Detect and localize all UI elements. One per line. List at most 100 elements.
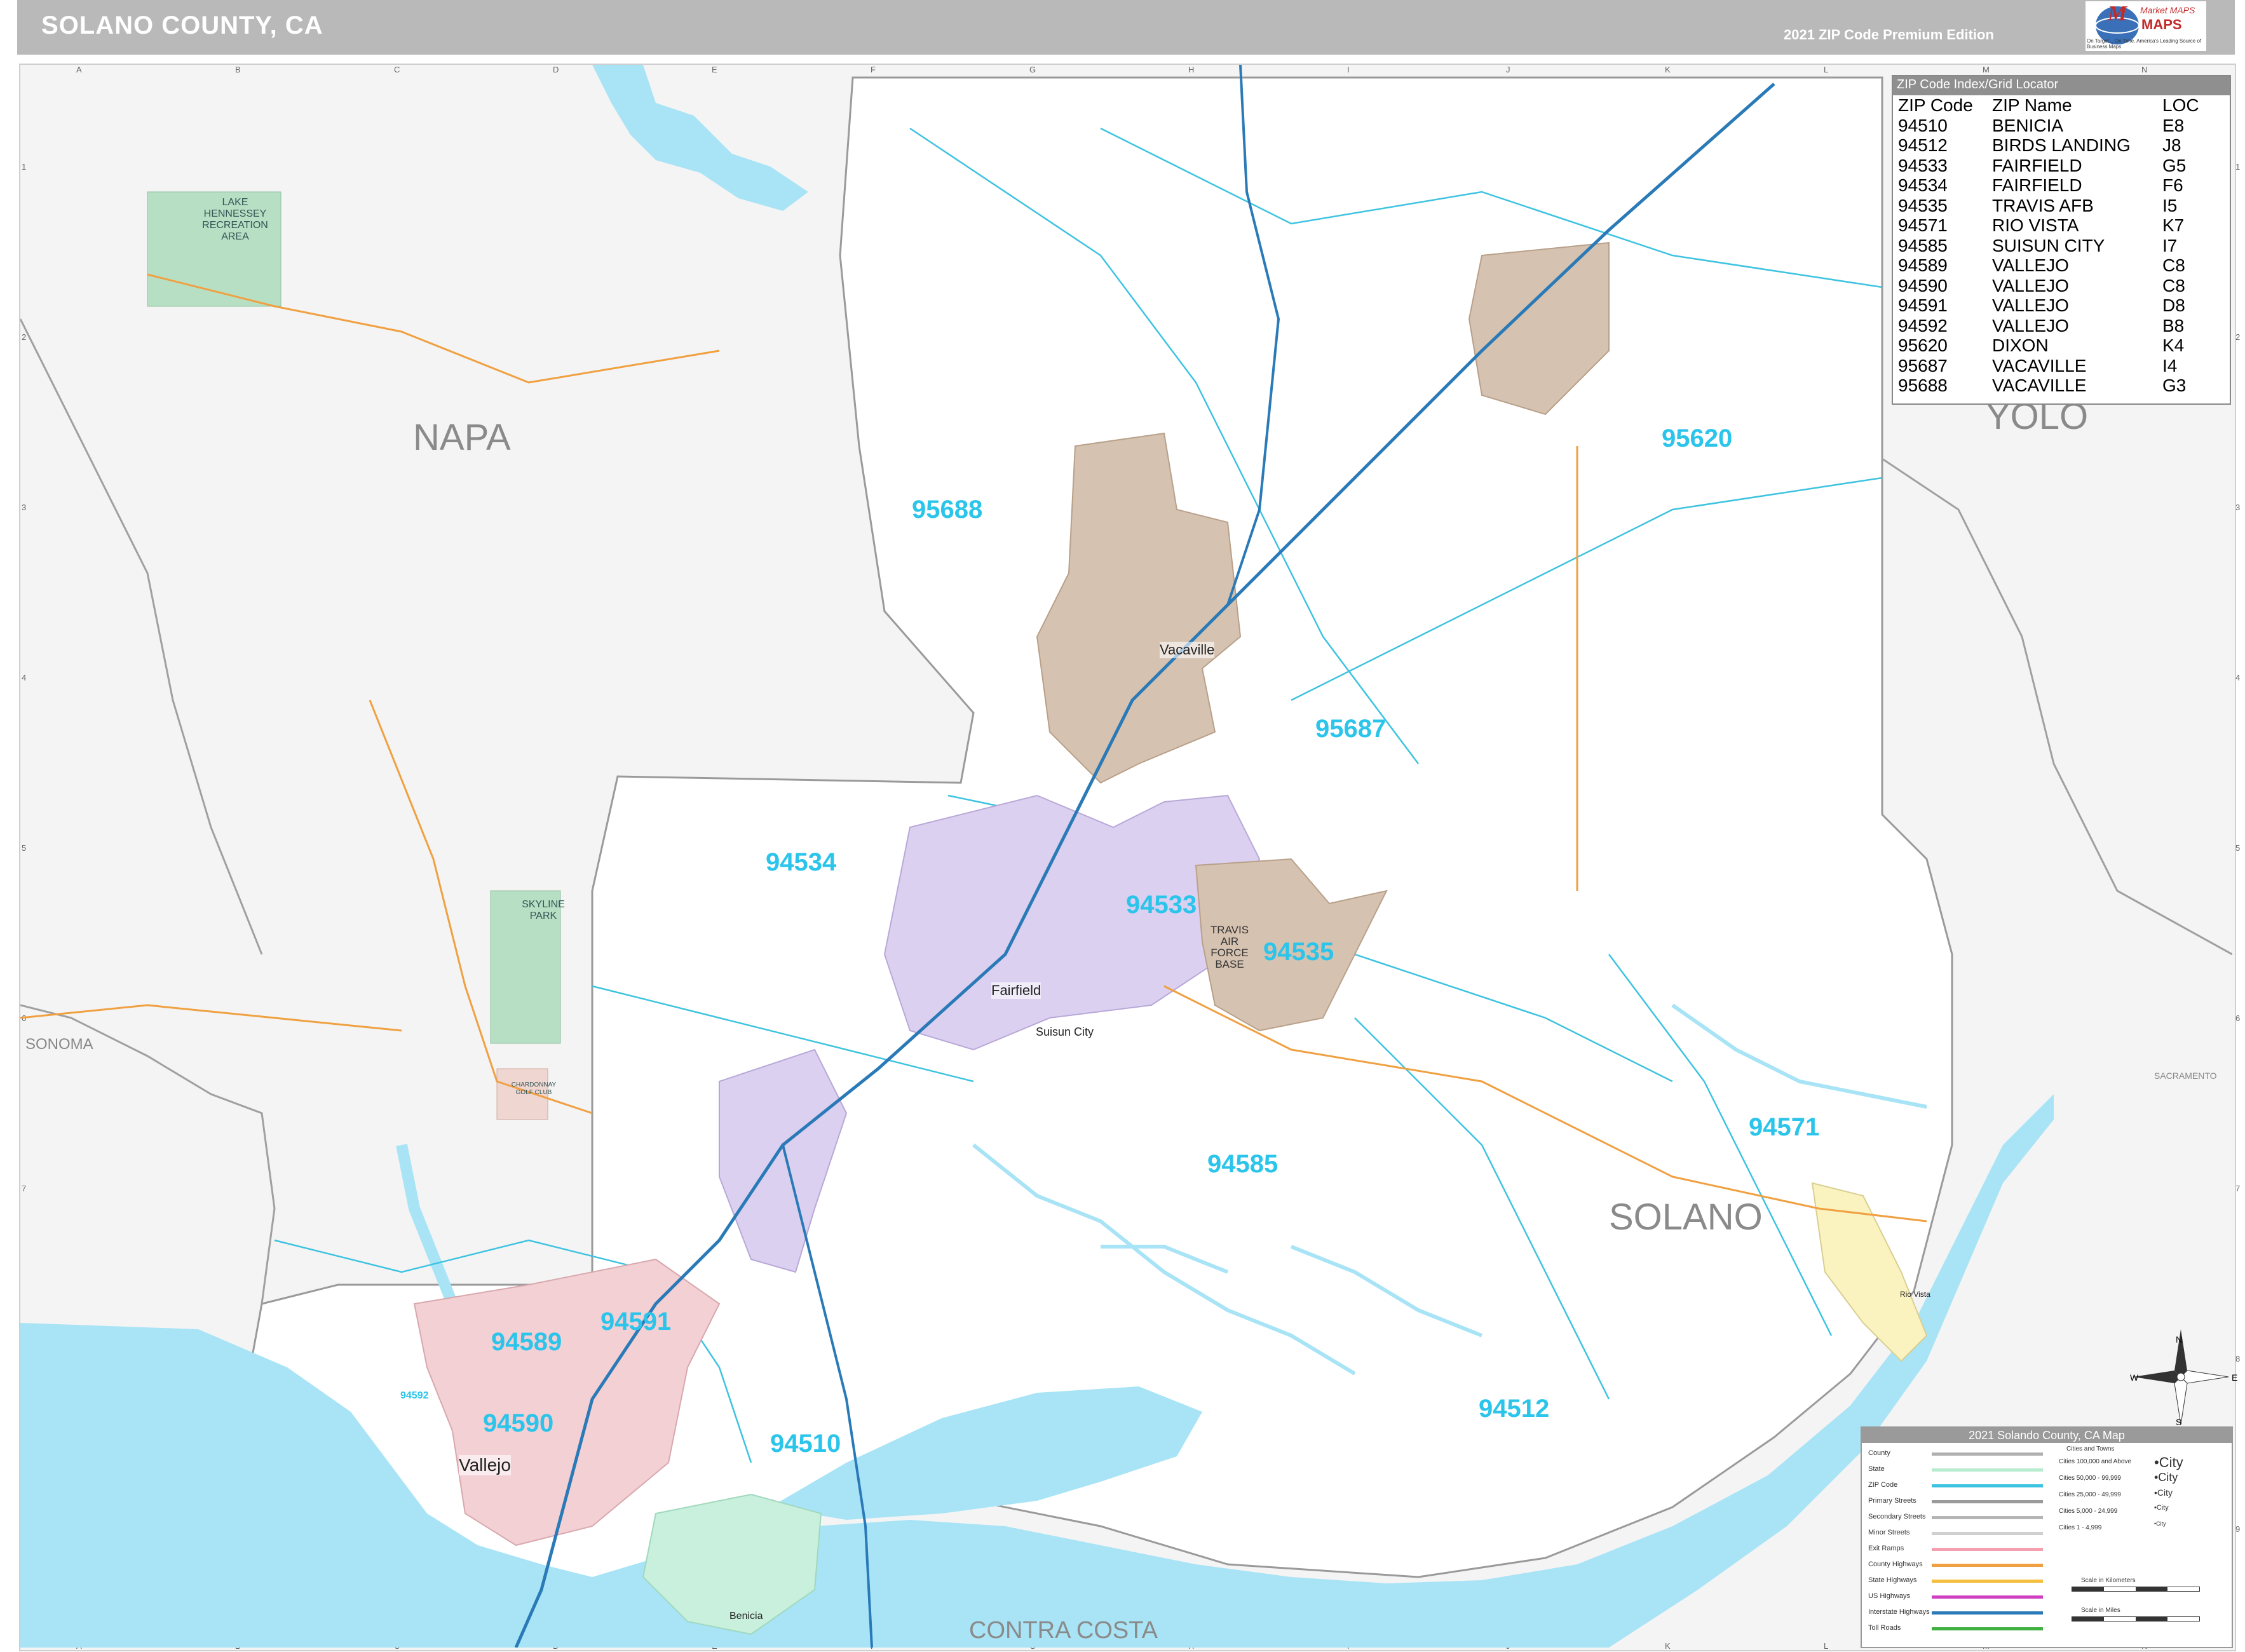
zip-label-95687: 95687 — [1315, 715, 1387, 743]
zip-index-row: 94534 FAIRFIELD F6 — [1896, 175, 2202, 196]
legend-item-label: State Highways — [1868, 1576, 1917, 1584]
zip-index-row: 94592 VALLEJO B8 — [1896, 316, 2202, 336]
grid-row-label: 2 — [2235, 332, 2241, 342]
zip-index-row: 94533 FAIRFIELD G5 — [1896, 156, 2202, 176]
zip-index-cell: I7 — [2162, 235, 2178, 255]
zip-index-cell: 94591 — [1898, 295, 1948, 316]
logo-brand-text: Market MAPS — [2140, 5, 2195, 15]
zip-index-grid: ZIP Code ZIP Name LOC 94510 BENICIA E8 9451… — [1896, 95, 2202, 396]
zip-index-cell: 94590 — [1898, 275, 1948, 295]
compass-s: S — [2176, 1417, 2182, 1427]
zip-index-cell: VACAVILLE — [1992, 376, 2087, 396]
city-rio-vista: Rio Vista — [1900, 1290, 1930, 1299]
zip-index-row: 94590 VALLEJO C8 — [1896, 276, 2202, 296]
zip-index-row: 95688 VACAVILLE G3 — [1896, 376, 2202, 396]
region-sonoma: SONOMA — [25, 1036, 93, 1053]
zip-label-95688: 95688 — [912, 496, 983, 524]
compass-e: E — [2232, 1372, 2238, 1383]
legend-city-sample: •City — [2154, 1504, 2169, 1512]
lake-berryessa — [592, 65, 808, 211]
market-maps-logo: M MAPS Market MAPS On Target... On Time.… — [2086, 1, 2206, 51]
legend-city-range: Cities 25,000 - 49,999 — [2059, 1491, 2121, 1498]
zip-label-94591: 94591 — [600, 1308, 672, 1336]
zip-index-cell: E8 — [2162, 115, 2185, 135]
grid-row-label: 5 — [2235, 843, 2241, 853]
grid-row-label: 8 — [2235, 1354, 2241, 1364]
legend-city-sample: •City — [2154, 1487, 2173, 1498]
zip-index-cell: 95688 — [1898, 376, 1948, 396]
city-fairfield: Fairfield — [991, 982, 1041, 999]
grid-row-label: 4 — [2235, 673, 2241, 682]
region-napa: NAPA — [413, 417, 511, 458]
legend-item-swatch — [1932, 1452, 2043, 1456]
legend-city-sample: •City — [2154, 1471, 2178, 1484]
legend-city-range: Cities 50,000 - 99,999 — [2059, 1475, 2121, 1482]
zip-index-cell: FAIRFIELD — [1992, 175, 2082, 196]
region-solano: SOLANO — [1609, 1196, 1763, 1238]
zip-index-row: 94591 VALLEJO D8 — [1896, 295, 2202, 316]
legend-cities-title: Cities and Towns — [2066, 1446, 2115, 1452]
zip-label-94535: 94535 — [1263, 938, 1334, 966]
zip-index-row: 94585 SUISUN CITY I7 — [1896, 236, 2202, 256]
zip-index-cell: J8 — [2162, 135, 2181, 156]
zip-index-cell: BIRDS LANDING — [1992, 135, 2131, 156]
label-lake-hennessey: LAKE HENNESSEY RECREATION AREA — [202, 197, 268, 242]
edition-label: 2021 ZIP Code Premium Edition — [1784, 27, 1994, 43]
city-benicia: Benicia — [729, 1611, 763, 1622]
zip-index-cell: BENICIA — [1992, 115, 2064, 135]
zip-index-table: ZIP Code Index/Grid Locator ZIP Code ZIP… — [1892, 75, 2231, 405]
scale-bar-km — [2072, 1587, 2200, 1592]
label-travis-afb: TRAVIS AIR FORCE BASE — [1210, 924, 1249, 970]
svg-text:M: M — [2107, 2, 2128, 25]
zip-label-94589: 94589 — [491, 1328, 562, 1356]
zip-index-cell: RIO VISTA — [1992, 215, 2079, 236]
title-bar: SOLANO COUNTY, CA 2021 ZIP Code Premium … — [17, 0, 2235, 55]
label-chardonnay: CHARDONNAY GOLF CLUB — [511, 1081, 557, 1096]
zip-index-cell: 94512 — [1898, 135, 1948, 156]
zip-index-cell: C8 — [2162, 275, 2185, 295]
zip-index-cell: 94534 — [1898, 175, 1948, 196]
zip-index-cell: VACAVILLE — [1992, 355, 2087, 376]
city-suisun: Suisun City — [1036, 1026, 1094, 1038]
compass-n: N — [2176, 1334, 2183, 1344]
legend-city-range: Cities 5,000 - 24,999 — [2059, 1508, 2118, 1515]
legend-item-label: Minor Streets — [1868, 1529, 1910, 1536]
label-skyline-park: SKYLINE PARK — [522, 899, 565, 921]
scale-bar-mi — [2072, 1616, 2200, 1622]
grid-row-label: 7 — [2235, 1184, 2241, 1193]
zip-index-cell: 94533 — [1898, 155, 1948, 175]
zip-index-cell: G5 — [2162, 155, 2187, 175]
zip-index-cell: 94535 — [1898, 195, 1948, 215]
zip-index-cell: K7 — [2162, 215, 2185, 236]
legend-item-label: ZIP Code — [1868, 1481, 1898, 1489]
zip-index-cell: C8 — [2162, 255, 2185, 276]
zip-index-cell: DIXON — [1992, 335, 2049, 356]
zip-label-95620: 95620 — [1662, 424, 1733, 452]
zip-index-cell: 95687 — [1898, 355, 1948, 376]
logo-tagline: On Target... On Time. America's Leading … — [2087, 38, 2202, 50]
zip-index-cell: 95620 — [1898, 335, 1948, 356]
legend-scale-km: Scale in Kilometers — [2081, 1577, 2136, 1584]
legend-item-label: US Highways — [1868, 1592, 1911, 1600]
legend-item-swatch — [1932, 1611, 2043, 1615]
zip-index-cell: FAIRFIELD — [1992, 155, 2082, 175]
zip-index-row: 95620 DIXON K4 — [1896, 335, 2202, 356]
legend-item-label: Secondary Streets — [1868, 1513, 1926, 1520]
zip-index-header: ZIP Name — [1992, 95, 2072, 116]
legend-item-swatch — [1932, 1627, 2043, 1630]
legend-item-swatch — [1932, 1500, 2043, 1503]
city-vacaville: Vacaville — [1160, 642, 1215, 658]
zip-index-row: 94589 VALLEJO C8 — [1896, 255, 2202, 276]
legend-item-swatch — [1932, 1532, 2043, 1535]
zip-index-cell: 94585 — [1898, 235, 1948, 255]
grid-row-label: 9 — [2235, 1524, 2241, 1534]
zip-index-cell: TRAVIS AFB — [1992, 195, 2094, 215]
zip-index-cell: 94571 — [1898, 215, 1948, 236]
zip-label-94510: 94510 — [770, 1430, 841, 1458]
region-sacramento: SACRAMENTO — [2154, 1071, 2217, 1081]
zip-index-cell: VALLEJO — [1992, 275, 2069, 295]
zip-index-row: 94535 TRAVIS AFB I5 — [1896, 196, 2202, 216]
legend-item-label: Toll Roads — [1868, 1624, 1901, 1632]
legend-item-swatch — [1932, 1595, 2043, 1599]
zip-index-cell: 94592 — [1898, 315, 1948, 335]
